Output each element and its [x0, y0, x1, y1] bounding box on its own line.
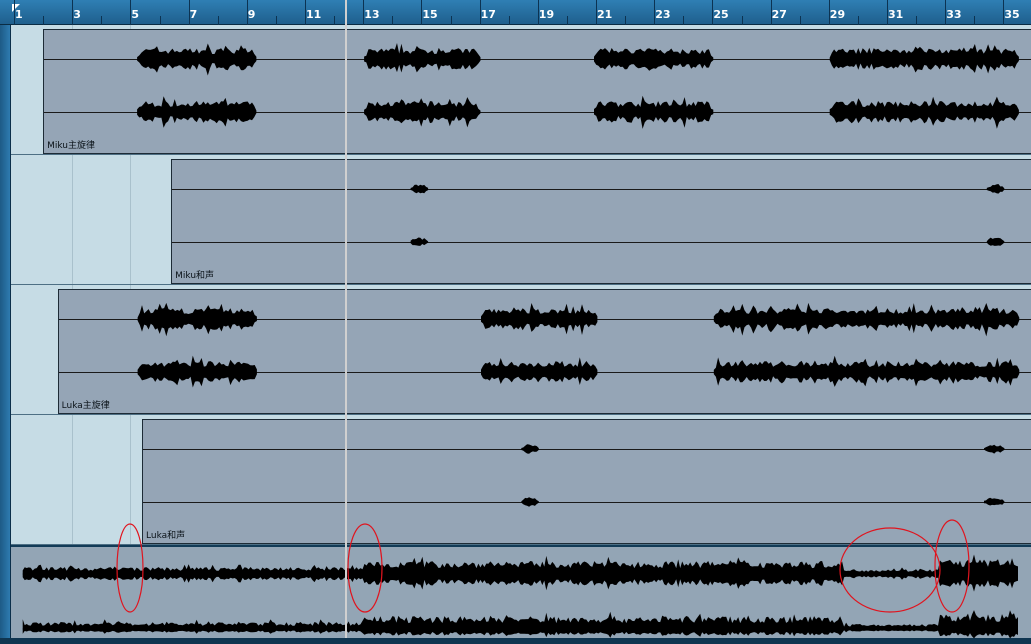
bar-gridline [130, 415, 132, 544]
waveform-segment [713, 302, 1019, 337]
ruler-bar-label: 27 [771, 8, 787, 21]
audio-waveform [521, 444, 1005, 507]
audio-waveform [137, 43, 1019, 129]
ruler-minor-tick [217, 16, 219, 25]
ruler-minor-tick [275, 16, 277, 25]
waveform-segment [984, 444, 1005, 454]
track-lane[interactable]: Miku主旋律 [11, 25, 1031, 155]
waveform-segment [521, 444, 539, 454]
waveform-segment [137, 302, 257, 337]
ruler-minor-tick [683, 16, 685, 25]
ruler-bar-label: 13 [364, 8, 380, 21]
ruler-bar-label: 15 [422, 8, 438, 21]
waveform-segment [829, 96, 1019, 129]
bar-gridline [72, 155, 74, 284]
waveform-segment [521, 497, 539, 507]
ruler-minor-tick [857, 16, 859, 25]
waveform-segment [986, 237, 1005, 246]
waveform-segment [984, 497, 1005, 506]
ruler-bar-label: 1 [15, 8, 23, 21]
waveform-segment [594, 48, 714, 71]
ruler-bar-label: 35 [1004, 8, 1020, 21]
event-name-label: Luka主旋律 [61, 401, 110, 411]
waveform-segment [480, 303, 598, 335]
waveform-segment [986, 184, 1005, 194]
ruler-minor-tick [508, 16, 510, 25]
waveform-segment [137, 355, 257, 388]
audio-event[interactable]: Luka主旋律 [57, 289, 1031, 414]
ruler-bar-label: 17 [480, 8, 496, 21]
track-lane[interactable]: Luka主旋律 [11, 285, 1031, 415]
timeline-ruler[interactable]: 1 3 5 7 9 11 13 15 17 19 21 23 25 27 29 31 33 35 [0, 0, 1031, 25]
ruler-bar-label: 3 [73, 8, 81, 21]
arrange-window[interactable]: Miku主旋律 Miku和声 Luka主旋律 Luka和声 [11, 25, 1031, 639]
ruler-bar-label: 11 [306, 8, 322, 21]
ruler-bar-label: 21 [597, 8, 613, 21]
ruler-minor-tick [334, 16, 336, 25]
event-name-label: Miku主旋律 [47, 141, 95, 151]
waveform-segment [137, 43, 257, 76]
waveform-segment [594, 95, 714, 129]
ruler-minor-tick [625, 16, 627, 25]
waveform-segment [713, 355, 1019, 387]
ruler-bar-label: 9 [247, 8, 256, 21]
waveform-segment [829, 44, 1019, 74]
bar-gridline [72, 415, 74, 544]
waveform-segment [137, 96, 257, 128]
ruler-minor-tick [392, 16, 394, 25]
waveform-segment [364, 43, 481, 73]
event-name-label: Miku和声 [175, 271, 215, 281]
mixdown-waveform-path [22, 554, 1018, 592]
waveform-segment [364, 97, 481, 128]
ruler-minor-tick [741, 16, 743, 25]
ruler-bar-label: 5 [131, 8, 140, 21]
mixdown-lane[interactable] [11, 545, 1031, 639]
ruler-bar-label: 7 [189, 8, 198, 21]
bar-gridline [130, 155, 132, 284]
track-lane[interactable]: Luka和声 [11, 415, 1031, 545]
mixdown-waveform [22, 554, 1018, 639]
audio-event[interactable]: Miku主旋律 [43, 29, 1031, 154]
ruler-minor-tick [566, 16, 568, 25]
ruler-bar-label: 31 [888, 8, 904, 21]
ruler-minor-tick [159, 16, 161, 25]
ruler-bar-label: 19 [538, 8, 555, 21]
audio-event[interactable]: Luka和声 [142, 419, 1031, 544]
ruler-minor-tick [799, 16, 801, 25]
ruler-minor-tick [43, 16, 45, 25]
ruler-minor-tick [101, 16, 103, 25]
audio-event[interactable]: Miku和声 [171, 159, 1031, 284]
ruler-minor-tick [450, 16, 452, 25]
waveform-segment [480, 357, 598, 385]
waveform-segment [410, 237, 429, 246]
track-list-strip[interactable] [0, 25, 11, 638]
waveform-segment [410, 184, 429, 194]
audio-waveform [137, 302, 1019, 388]
playhead-cursor[interactable] [345, 0, 347, 638]
ruler-minor-tick [916, 16, 918, 25]
track-lane[interactable]: Miku和声 [11, 155, 1031, 285]
ruler-minor-tick [974, 16, 976, 25]
ruler-bar-label: 33 [946, 8, 962, 21]
event-name-label: Luka和声 [146, 531, 186, 541]
ruler-bar-label: 25 [713, 8, 729, 21]
ruler-bar-label: 23 [655, 8, 671, 21]
audio-waveform [410, 184, 1005, 246]
mixdown-waveform-path [22, 610, 1018, 639]
ruler-bar-label: 29 [829, 8, 846, 21]
